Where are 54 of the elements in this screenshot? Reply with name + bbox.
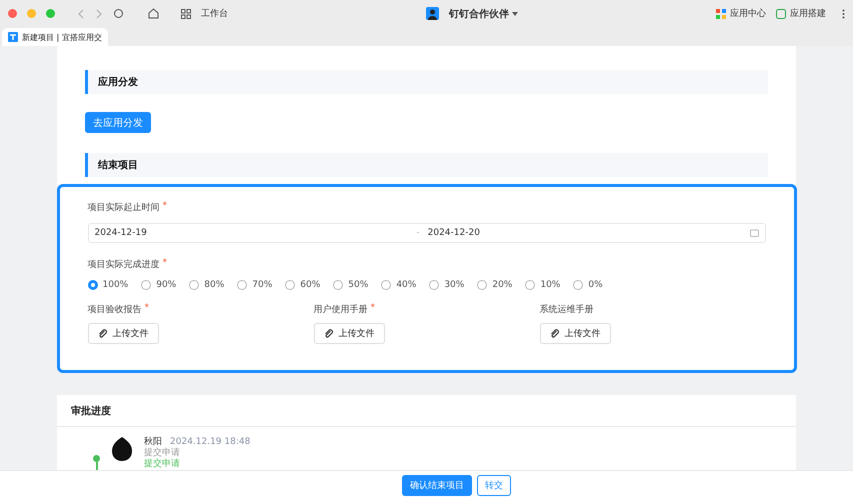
field-label: 项目验收报告 [88, 304, 142, 316]
field-label: 系统运维手册 [540, 304, 594, 316]
field-label: 用户使用手册 [314, 304, 368, 316]
refresh-icon[interactable] [113, 8, 124, 19]
progress-radio[interactable]: 60% [285, 280, 320, 290]
action-text: 提交申请 [144, 448, 181, 458]
builder-icon[interactable] [776, 8, 786, 18]
app-center-link[interactable]: 应用中心 [730, 7, 766, 20]
upload-button[interactable]: 上传文件 [540, 323, 610, 344]
upload-button[interactable]: 上传文件 [314, 323, 384, 344]
workspace-title[interactable]: 钉钉合作伙伴 [449, 6, 509, 20]
workspace-label[interactable]: 工作台 [201, 7, 228, 20]
progress-radio[interactable]: 80% [189, 280, 224, 290]
back-icon[interactable] [77, 8, 85, 18]
date-range-field[interactable]: 2024-12-19 - 2024-12-20 [88, 223, 766, 243]
timestamp: 2024.12.19 18:48 [170, 437, 250, 447]
required-mark: * [162, 258, 167, 270]
more-icon[interactable] [842, 8, 845, 18]
maximize-icon[interactable] [46, 9, 55, 18]
paperclip-icon [324, 328, 334, 338]
progress-radio[interactable]: 10% [525, 280, 560, 290]
apps-icon[interactable] [716, 8, 726, 18]
field-label: 项目实际完成进度 [88, 258, 160, 271]
required-mark: * [162, 201, 167, 213]
paperclip-icon [98, 328, 108, 338]
status-text: 提交申请 [144, 459, 181, 470]
card-title: 审批进度 [57, 395, 796, 427]
progress-radio[interactable]: 0% [573, 280, 603, 290]
progress-radio[interactable]: 50% [333, 280, 368, 290]
browser-tab[interactable]: 新建项目 | 宜搭应用交 [2, 28, 108, 46]
required-mark: * [144, 303, 149, 315]
upload-button[interactable]: 上传文件 [88, 323, 158, 344]
progress-radio[interactable]: 40% [381, 280, 416, 290]
progress-radio[interactable]: 90% [141, 280, 176, 290]
close-icon[interactable] [8, 9, 17, 18]
caret-icon[interactable] [512, 12, 518, 16]
grid-icon[interactable] [181, 8, 191, 18]
avatar-icon [110, 437, 134, 463]
app-logo-icon [8, 32, 18, 42]
progress-radio[interactable]: 70% [237, 280, 272, 290]
user-name: 秋阳 [144, 437, 162, 447]
calendar-icon [750, 229, 758, 237]
section-header: 应用分发 [85, 70, 768, 94]
paperclip-icon [550, 328, 560, 338]
app-builder-link[interactable]: 应用搭建 [790, 7, 826, 20]
forward-icon[interactable] [95, 8, 103, 18]
progress-radio[interactable]: 100% [88, 280, 128, 290]
required-mark: * [370, 303, 375, 315]
field-label: 项目实际起止时间 [88, 202, 160, 214]
progress-radio[interactable]: 30% [429, 280, 464, 290]
home-icon[interactable] [148, 8, 159, 19]
avatar-icon [426, 7, 439, 20]
progress-radio[interactable]: 20% [477, 280, 512, 290]
section-header: 结束项目 [85, 153, 768, 177]
